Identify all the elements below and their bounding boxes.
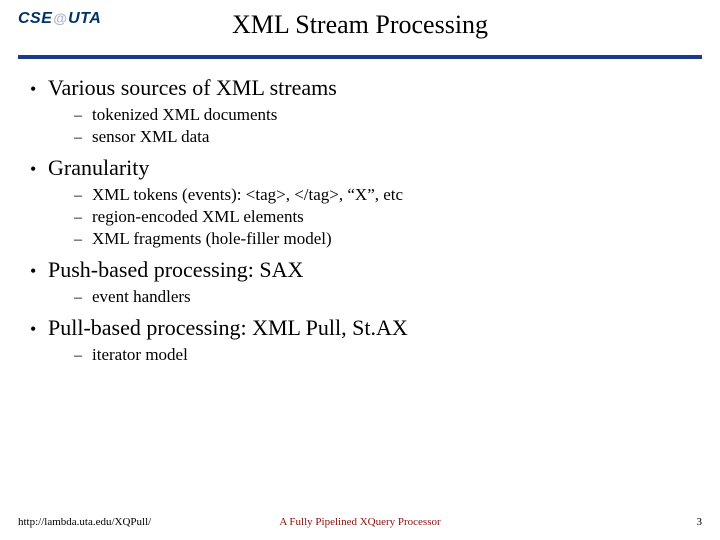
dash-icon: – [74,231,92,249]
sub-text: sensor XML data [92,127,209,147]
bullet-text: Various sources of XML streams [48,75,337,101]
bullet-text: Pull-based processing: XML Pull, St.AX [48,315,408,341]
list-item: • Granularity –XML tokens (events): <tag… [30,155,690,249]
bullet-icon: • [30,80,48,98]
footer-url: http://lambda.uta.edu/XQPull/ [18,516,151,528]
sub-item: –XML fragments (hole-filler model) [74,229,690,249]
sub-list: –XML tokens (events): <tag>, </tag>, “X”… [74,185,690,249]
sub-text: XML fragments (hole-filler model) [92,229,332,249]
dash-icon: – [74,187,92,205]
bullet-icon: • [30,320,48,338]
sub-text: region-encoded XML elements [92,207,304,227]
sub-text: tokenized XML documents [92,105,277,125]
content: • Various sources of XML streams –tokeni… [30,75,690,373]
footer-title: A Fully Pipelined XQuery Processor [279,516,440,528]
sub-list: –event handlers [74,287,690,307]
header: CSE@UTA XML Stream Processing [0,0,720,55]
list-item: • Push-based processing: SAX –event hand… [30,257,690,307]
sub-text: XML tokens (events): <tag>, </tag>, “X”,… [92,185,403,205]
sub-item: –tokenized XML documents [74,105,690,125]
slide: CSE@UTA XML Stream Processing • Various … [0,0,720,540]
bullet-icon: • [30,160,48,178]
sub-text: event handlers [92,287,191,307]
list-item: • Pull-based processing: XML Pull, St.AX… [30,315,690,365]
dash-icon: – [74,347,92,365]
divider [18,55,702,59]
bullet-text: Push-based processing: SAX [48,257,303,283]
bullet-icon: • [30,262,48,280]
dash-icon: – [74,289,92,307]
sub-item: –sensor XML data [74,127,690,147]
page-title: XML Stream Processing [0,10,720,40]
dash-icon: – [74,107,92,125]
sub-item: –iterator model [74,345,690,365]
sub-list: –tokenized XML documents –sensor XML dat… [74,105,690,147]
page-number: 3 [697,516,703,528]
dash-icon: – [74,209,92,227]
sub-item: –event handlers [74,287,690,307]
dash-icon: – [74,129,92,147]
bullet-list: • Various sources of XML streams –tokeni… [30,75,690,365]
sub-item: –region-encoded XML elements [74,207,690,227]
sub-text: iterator model [92,345,188,365]
sub-item: –XML tokens (events): <tag>, </tag>, “X”… [74,185,690,205]
footer: http://lambda.uta.edu/XQPull/ A Fully Pi… [18,516,702,528]
list-item: • Various sources of XML streams –tokeni… [30,75,690,147]
bullet-text: Granularity [48,155,149,181]
sub-list: –iterator model [74,345,690,365]
